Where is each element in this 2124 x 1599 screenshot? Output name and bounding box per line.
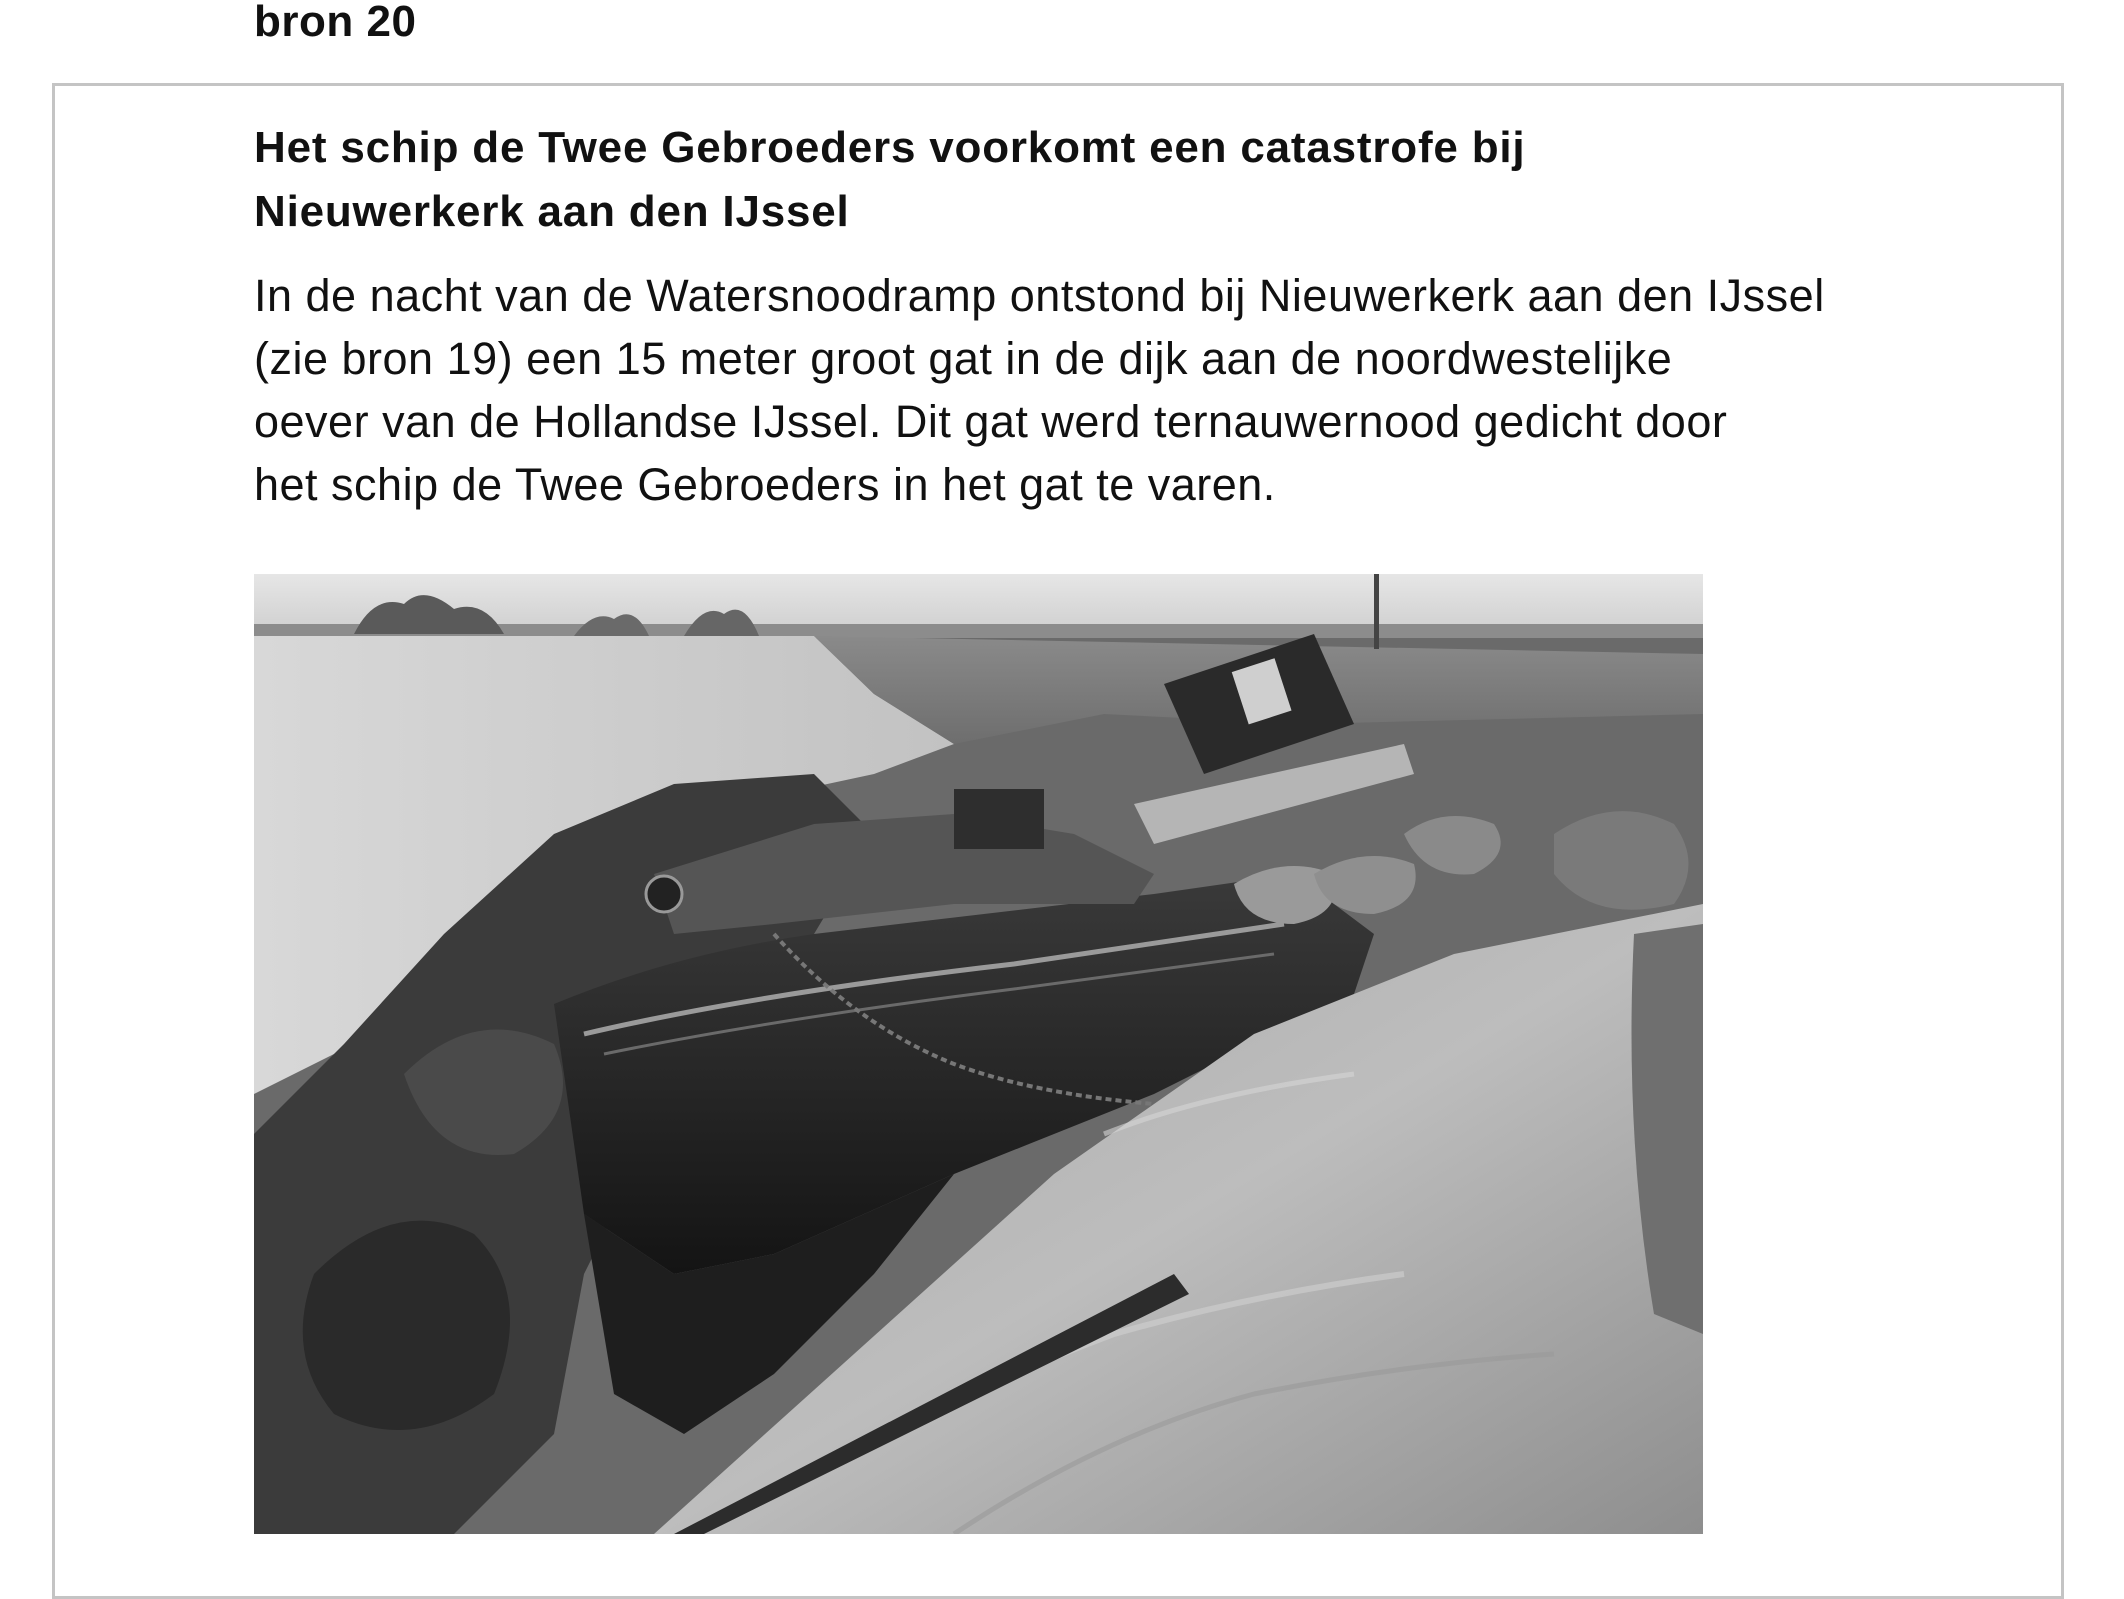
source-text-line: het schip de Twee Gebroeders in het gat … xyxy=(254,459,1276,510)
source-title-line: Het schip de Twee Gebroeders voorkomt ee… xyxy=(254,123,1526,172)
source-text-line: (zie bron 19) een 15 meter groot gat in … xyxy=(254,333,1673,384)
source-text-line: In de nacht van de Watersnoodramp ontsto… xyxy=(254,270,1825,321)
source-description: In de nacht van de Watersnoodramp ontsto… xyxy=(254,264,2084,516)
source-text-line: oever van de Hollandse IJssel. Dit gat w… xyxy=(254,396,1728,447)
source-title: Het schip de Twee Gebroeders voorkomt ee… xyxy=(254,116,2054,244)
historical-photo xyxy=(254,574,1703,1534)
source-title-line: Nieuwerkerk aan den IJssel xyxy=(254,187,850,236)
ship-in-dike-photo xyxy=(254,574,1703,1534)
source-label: bron 20 xyxy=(254,0,417,46)
